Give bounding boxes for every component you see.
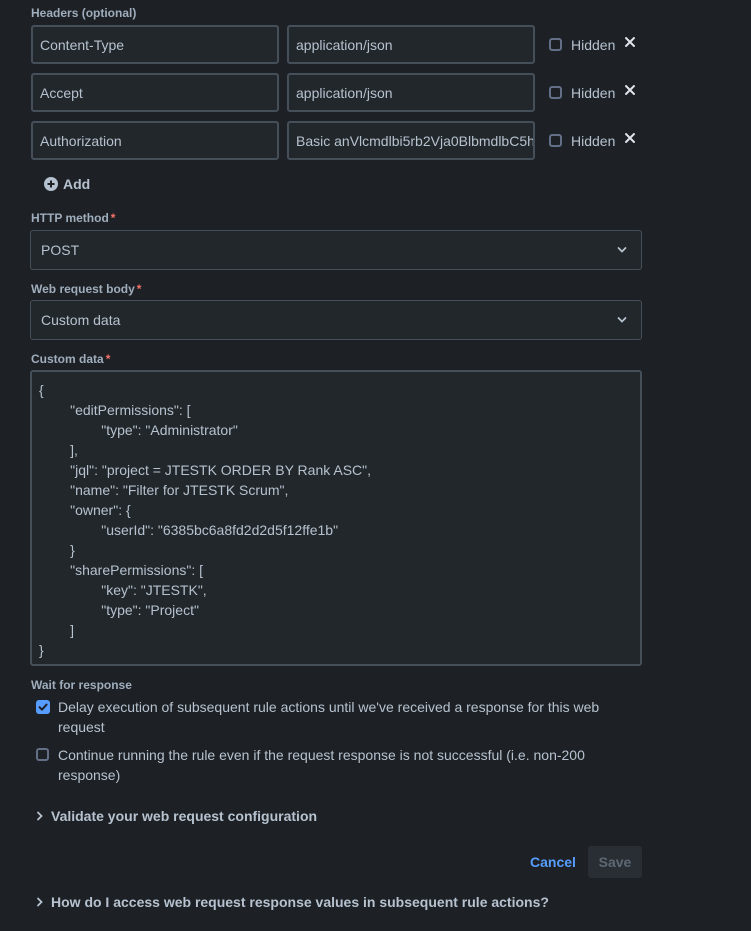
continue-option[interactable]: Continue running the rule even if the re…: [36, 745, 618, 785]
header-value-input[interactable]: application/json: [287, 25, 535, 64]
http-method-label: HTTP method *: [31, 211, 116, 225]
check-icon: [38, 703, 48, 711]
faq-expander[interactable]: How do I access web request response val…: [36, 894, 549, 910]
header-hidden-label: Hidden: [571, 37, 616, 53]
delay-checkbox[interactable]: [36, 700, 50, 714]
delay-text: Delay execution of subsequent rule actio…: [58, 699, 600, 735]
header-value-input[interactable]: Basic anVlcmdlbi5rb2Vja0BlbmdlbC5h: [287, 121, 535, 160]
header-hidden-checkbox[interactable]: [549, 38, 562, 51]
body-label: Web request body *: [31, 282, 142, 296]
close-icon[interactable]: [624, 132, 636, 144]
validate-expander[interactable]: Validate your web request configuration: [36, 808, 317, 824]
delay-option[interactable]: Delay execution of subsequent rule actio…: [36, 697, 618, 737]
chevron-down-icon: [617, 317, 627, 323]
add-header-button[interactable]: Add: [44, 176, 90, 192]
header-hidden-label: Hidden: [571, 133, 616, 149]
header-hidden-checkbox[interactable]: [549, 86, 562, 99]
custom-data-textarea[interactable]: { "editPermissions": [ "type": "Administ…: [30, 370, 642, 666]
header-value-input[interactable]: application/json: [287, 73, 535, 112]
chevron-right-icon: [37, 811, 43, 821]
header-key-input[interactable]: Content-Type: [31, 25, 279, 64]
close-icon[interactable]: [624, 36, 636, 48]
faq-label: How do I access web request response val…: [51, 894, 549, 910]
custom-data-label: Custom data *: [31, 352, 111, 366]
body-select[interactable]: Custom data: [30, 300, 642, 340]
http-method-value: POST: [41, 242, 80, 258]
header-hidden-checkbox[interactable]: [549, 134, 562, 147]
headers-label: Headers (optional): [31, 6, 137, 20]
continue-checkbox[interactable]: [36, 748, 49, 761]
chevron-right-icon: [37, 897, 43, 907]
body-value: Custom data: [41, 312, 121, 328]
header-hidden-label: Hidden: [571, 85, 616, 101]
header-key-input[interactable]: Accept: [31, 73, 279, 112]
save-button[interactable]: Save: [588, 846, 642, 878]
add-icon: [44, 177, 58, 191]
chevron-down-icon: [617, 247, 627, 253]
close-icon[interactable]: [624, 84, 636, 96]
continue-text: Continue running the rule even if the re…: [58, 747, 585, 783]
header-key-input[interactable]: Authorization: [31, 121, 279, 160]
cancel-button[interactable]: Cancel: [530, 854, 576, 870]
validate-label: Validate your web request configuration: [51, 808, 318, 824]
http-method-select[interactable]: POST: [30, 230, 642, 270]
add-label: Add: [63, 176, 91, 192]
wait-label: Wait for response: [31, 678, 132, 692]
